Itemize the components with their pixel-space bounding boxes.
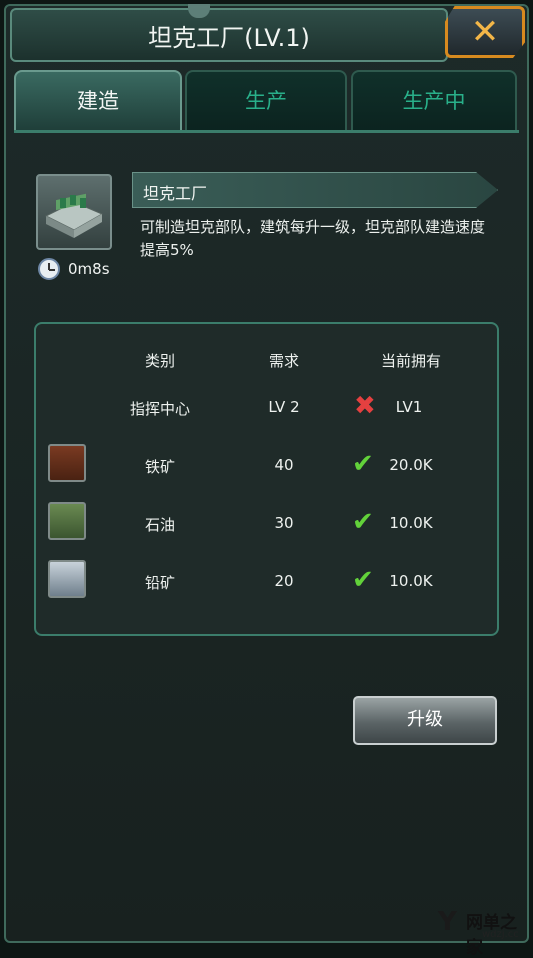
tab-build[interactable]: 建造 xyxy=(14,70,182,132)
gear-ornament-icon xyxy=(188,4,210,18)
row-category: 指挥中心 xyxy=(129,400,190,418)
cross-icon: ✖ xyxy=(354,391,376,421)
close-button[interactable]: ✕ xyxy=(445,6,525,58)
build-time: 0m8s xyxy=(68,260,110,278)
watermark-url: wdzj.cc xyxy=(482,929,519,940)
watermark: Y 网单之家 wdzj.cc xyxy=(438,906,530,958)
check-icon: ✔ xyxy=(352,565,374,595)
row-current: 20.0K xyxy=(389,456,433,474)
tank-factory-graphic xyxy=(44,193,104,238)
row-category: 石油 xyxy=(144,516,175,534)
row-required: 20 xyxy=(274,572,294,590)
clock-icon xyxy=(38,258,60,280)
building-name-bar: 坦克工厂 xyxy=(132,172,498,208)
row-current: 10.0K xyxy=(389,514,433,532)
check-icon: ✔ xyxy=(352,449,374,479)
row-current: 10.0K xyxy=(389,572,433,590)
tab-producing[interactable]: 生产中 xyxy=(351,70,517,132)
iron-ore-icon xyxy=(48,444,86,482)
row-required: 40 xyxy=(274,456,294,474)
building-name: 坦克工厂 xyxy=(143,184,208,203)
oil-icon xyxy=(48,502,86,540)
building-description: 可制造坦克部队，建筑每升一级，坦克部队建造速度提高5% xyxy=(140,218,486,259)
check-icon: ✔ xyxy=(352,507,374,537)
row-category: 铁矿 xyxy=(144,458,175,476)
lead-ore-icon xyxy=(48,560,86,598)
header-category: 类别 xyxy=(144,352,175,370)
tank-factory-icon xyxy=(36,174,112,250)
row-current: LV1 xyxy=(395,398,423,416)
upgrade-button[interactable]: 升级 xyxy=(353,696,497,745)
title-bar: 坦克工厂(LV.1) xyxy=(10,4,448,62)
tab-divider xyxy=(14,130,519,133)
page-title: 坦克工厂(LV.1) xyxy=(148,24,310,52)
tab-bar: 建造 生产 生产中 xyxy=(14,70,519,132)
watermark-logo: Y xyxy=(438,907,457,937)
header-required: 需求 xyxy=(268,352,299,370)
row-required: LV 2 xyxy=(268,398,300,416)
close-x-icon: ✕ xyxy=(470,12,500,52)
tab-produce[interactable]: 生产 xyxy=(185,70,347,132)
requirements-panel: 类别 需求 当前拥有 指挥中心 LV 2 ✖ LV1 铁矿 40 ✔ 20.0K… xyxy=(34,322,499,636)
row-required: 30 xyxy=(274,514,294,532)
header-current: 当前拥有 xyxy=(380,352,441,370)
row-category: 铅矿 xyxy=(144,574,175,592)
